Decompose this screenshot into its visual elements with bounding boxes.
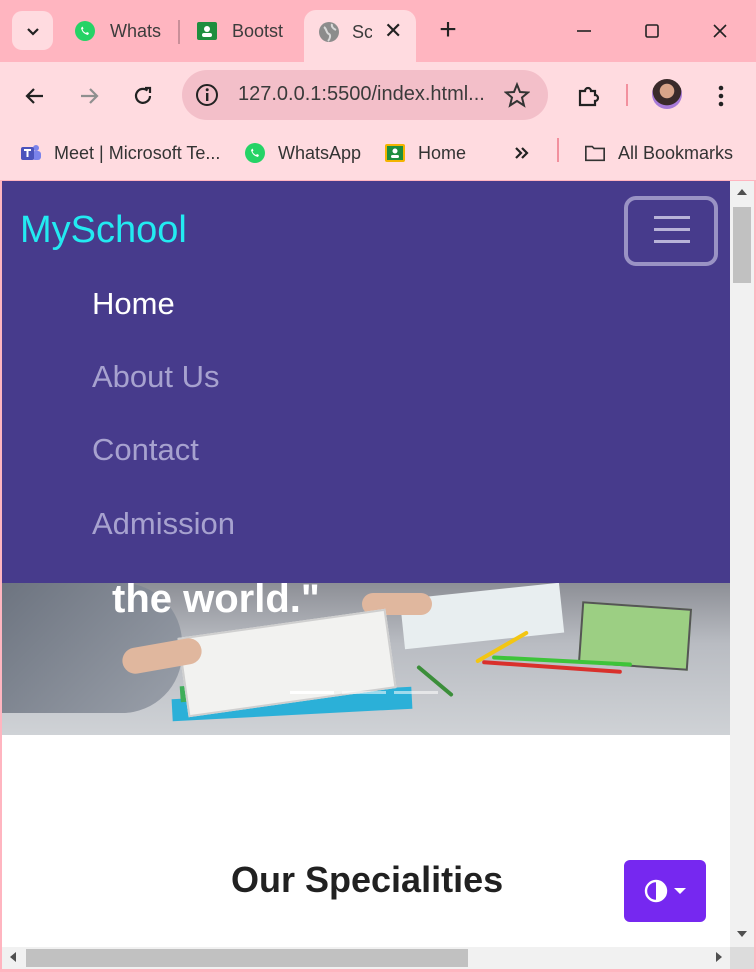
site-info-icon[interactable] (194, 82, 220, 108)
toolbar-separator (626, 84, 628, 106)
tab-title: Bootst (232, 20, 284, 41)
address-bar[interactable]: 127.0.0.1:5500/index.html... (182, 70, 548, 120)
nav-link-admission[interactable]: Admission (92, 506, 235, 542)
more-bookmarks-button[interactable] (512, 140, 532, 166)
minimize-icon (577, 30, 591, 32)
tab-title: Sc (352, 22, 372, 42)
kebab-menu-icon (718, 85, 724, 107)
bookmark-label: WhatsApp (278, 142, 362, 163)
carousel-indicator[interactable] (394, 691, 438, 694)
arrow-left-icon (25, 88, 43, 104)
close-icon (713, 24, 727, 38)
navbar-toggler-button[interactable] (624, 196, 718, 266)
tab-separator (178, 20, 180, 44)
classroom-icon (197, 22, 217, 40)
arrow-right-icon (81, 88, 99, 104)
bookmark-whatsapp[interactable]: WhatsApp (244, 140, 361, 166)
extensions-button[interactable] (572, 79, 606, 113)
nav-link-contact[interactable]: Contact (92, 432, 199, 468)
hamburger-icon (654, 228, 690, 231)
horizontal-scroll-thumb[interactable] (26, 949, 468, 967)
globe-icon (319, 22, 339, 42)
tab-bootstrap[interactable]: Bootst (196, 12, 284, 50)
hero-carousel: the world." (2, 583, 730, 735)
tab-title: Whats (110, 20, 162, 41)
hamburger-icon (654, 240, 690, 243)
profile-avatar[interactable] (652, 79, 682, 109)
scroll-down-icon[interactable] (736, 929, 748, 939)
specialities-heading: Our Specialities (231, 859, 504, 900)
carousel-indicator[interactable] (342, 691, 386, 694)
bookmark-teams[interactable]: Meet | Microsoft Te... (20, 140, 220, 166)
maximize-icon (645, 24, 659, 38)
page-viewport: the world." MySchool Home About Us Conta… (2, 181, 730, 947)
bookmarks-separator (557, 138, 559, 162)
browser-window: Whats Bootst Sc ✕ + 127.0.0.1:5500/index… (0, 0, 756, 972)
close-tab-icon[interactable]: ✕ (384, 18, 402, 44)
hamburger-icon (654, 216, 690, 219)
nav-link-home[interactable]: Home (92, 286, 175, 322)
chevron-down-icon (26, 27, 39, 36)
new-tab-button[interactable]: + (432, 13, 464, 49)
tab-whatsapp[interactable]: Whats (74, 12, 162, 50)
scroll-up-icon[interactable] (736, 187, 748, 197)
reload-icon (134, 86, 152, 104)
classroom-icon (385, 144, 405, 162)
minimize-button[interactable] (564, 14, 604, 48)
site-navbar: MySchool Home About Us Contact Admission (2, 181, 730, 583)
tab-active[interactable]: Sc ✕ (304, 10, 416, 62)
whatsapp-icon (75, 21, 95, 41)
tab-search-button[interactable] (12, 11, 53, 50)
theme-toggle-button[interactable] (624, 860, 706, 922)
scrollbar-corner (730, 947, 754, 969)
vertical-scrollbar[interactable] (730, 181, 754, 947)
address-url[interactable]: 127.0.0.1:5500/index.html... (238, 83, 485, 106)
bookmark-home[interactable]: Home (384, 140, 466, 166)
star-icon[interactable] (504, 82, 530, 108)
close-window-button[interactable] (700, 14, 740, 48)
scroll-right-icon[interactable] (714, 951, 724, 963)
tab-strip: Whats Bootst Sc ✕ + (0, 0, 756, 62)
navbar-brand[interactable]: MySchool (20, 209, 187, 252)
double-chevron-right-icon (515, 147, 529, 159)
puzzle-icon (578, 86, 600, 107)
back-button[interactable] (18, 79, 52, 113)
menu-button[interactable] (704, 79, 738, 113)
contrast-icon (644, 879, 668, 903)
bookmark-label: Meet | Microsoft Te... (54, 142, 221, 163)
all-bookmarks-label: All Bookmarks (618, 142, 734, 163)
teams-icon (21, 145, 41, 160)
carousel-indicator-active[interactable] (290, 691, 334, 694)
hero-caption: the world." (112, 583, 320, 621)
caret-down-icon (674, 888, 686, 894)
all-bookmarks[interactable]: All Bookmarks (584, 140, 733, 166)
folder-icon (585, 145, 605, 162)
maximize-button[interactable] (632, 14, 672, 48)
horizontal-scrollbar[interactable] (2, 947, 730, 969)
forward-button[interactable] (72, 79, 106, 113)
nav-link-about-us[interactable]: About Us (92, 359, 220, 395)
bookmark-label: Home (418, 142, 467, 163)
bookmarks-bar: Meet | Microsoft Te... WhatsApp Home All… (0, 128, 756, 180)
reload-button[interactable] (126, 79, 160, 113)
whatsapp-icon (245, 143, 265, 163)
vertical-scroll-thumb[interactable] (733, 207, 751, 283)
scroll-left-icon[interactable] (8, 951, 18, 963)
browser-toolbar: 127.0.0.1:5500/index.html... (0, 62, 756, 128)
